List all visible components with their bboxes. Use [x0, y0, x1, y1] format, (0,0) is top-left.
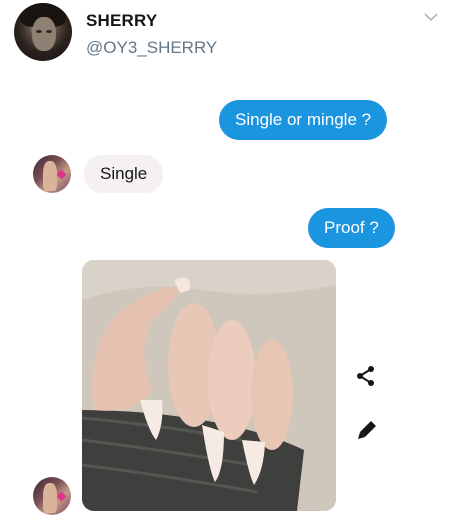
message-bubble-incoming[interactable]: Single: [84, 155, 164, 193]
conversation-header: SHERRY @OY3_SHERRY: [0, 0, 450, 80]
profile-handle: @OY3_SHERRY: [86, 38, 218, 57]
message-bubble-outgoing[interactable]: Single or mingle ?: [219, 100, 388, 140]
avatar-figure: [43, 483, 57, 513]
hand-photo-illustration: [82, 260, 336, 511]
profile-avatar[interactable]: [14, 3, 72, 61]
avatar-eye: [46, 30, 52, 33]
message-bubble-outgoing[interactable]: Proof ?: [308, 208, 395, 248]
profile-name[interactable]: SHERRY: [86, 11, 157, 31]
pencil-icon[interactable]: [355, 418, 379, 442]
sender-avatar[interactable]: [33, 477, 71, 515]
share-icon[interactable]: [354, 364, 378, 388]
heart-icon: [56, 491, 67, 502]
chevron-down-icon[interactable]: [424, 12, 438, 22]
avatar-eye: [36, 30, 42, 33]
sender-avatar[interactable]: [33, 155, 71, 193]
avatar-face: [32, 17, 56, 51]
heart-icon: [56, 169, 67, 180]
avatar-figure: [43, 161, 57, 191]
message-image[interactable]: [82, 260, 336, 511]
